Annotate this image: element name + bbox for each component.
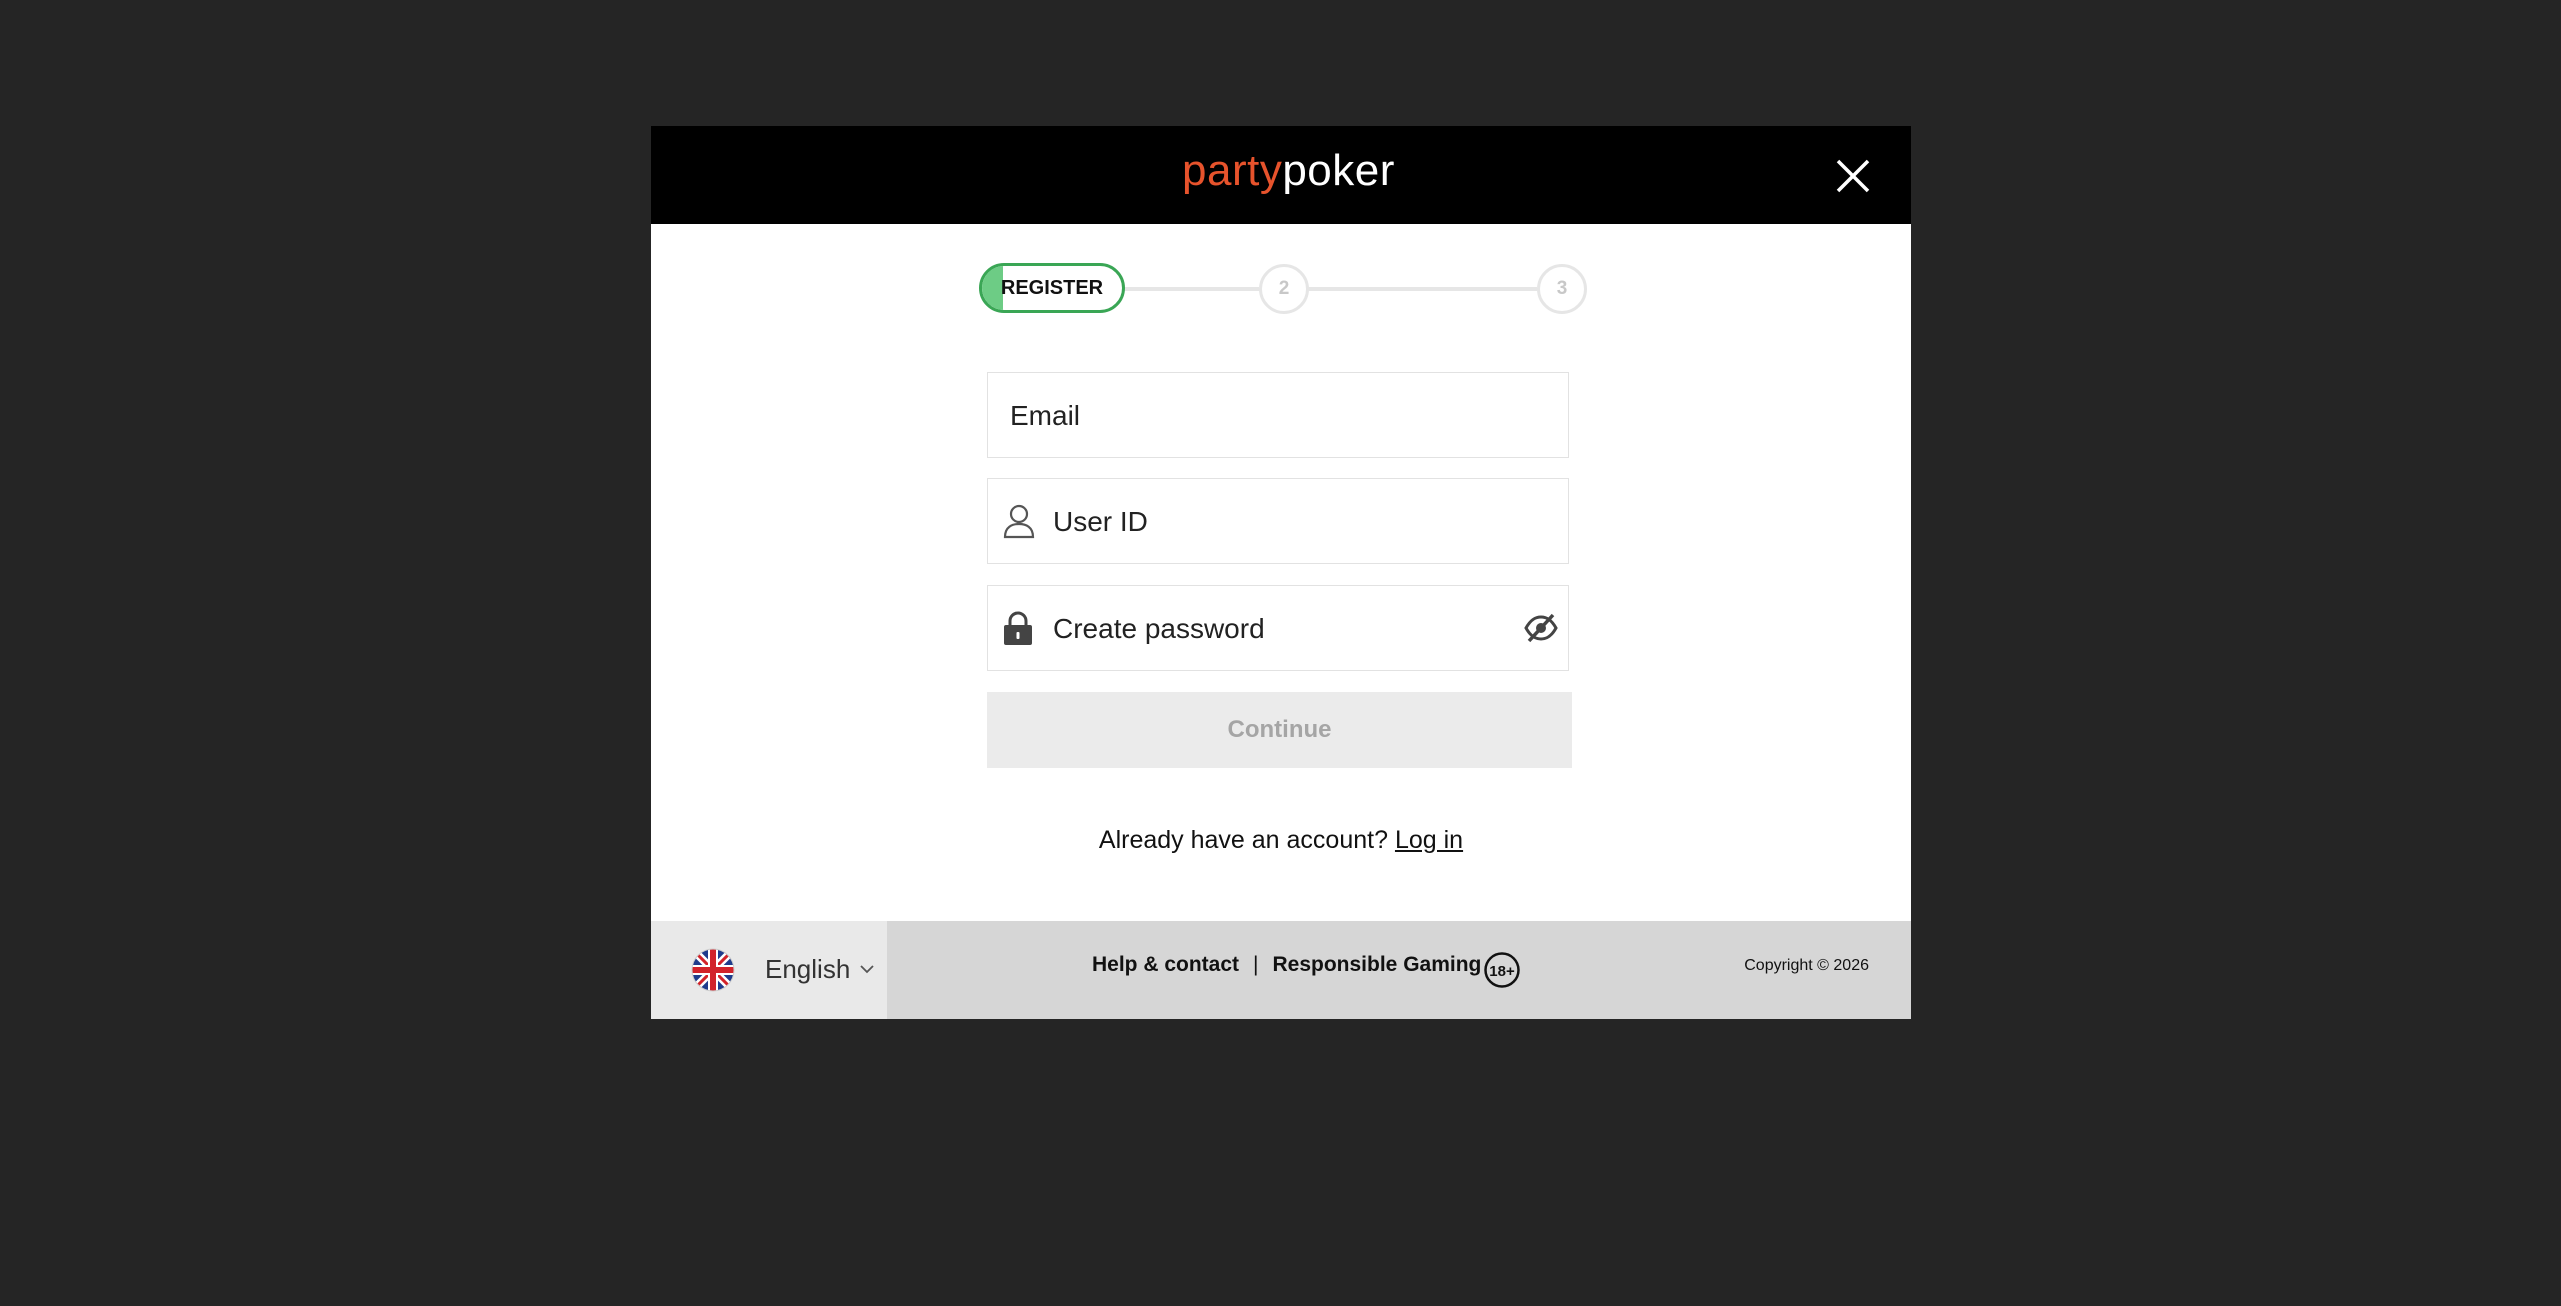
login-prompt: Already have an account? Log in	[651, 826, 1911, 855]
modal-header: partypoker	[651, 126, 1911, 224]
close-button[interactable]	[1835, 158, 1871, 194]
continue-button[interactable]: Continue	[987, 692, 1572, 768]
registration-modal: partypoker REGISTER 2 3 Email User ID Co…	[651, 126, 1911, 1019]
password-field-wrapper	[987, 585, 1569, 672]
email-field[interactable]	[1008, 373, 1552, 459]
age-badge-text: 18+	[1489, 963, 1515, 980]
login-prompt-text: Already have an account?	[1098, 826, 1388, 854]
copyright-text: Copyright © 2026	[1744, 957, 1869, 974]
login-link[interactable]: Log in	[1395, 826, 1463, 854]
userid-field-wrapper	[987, 478, 1569, 565]
progress-connector	[1305, 287, 1537, 291]
logo-party-text: party	[1182, 146, 1283, 195]
progress-connector	[1119, 287, 1259, 291]
footer-links: Help & contact | Responsible Gaming	[1092, 953, 1481, 977]
eye-slash-icon[interactable]	[1524, 612, 1558, 649]
footer-separator: |	[1253, 953, 1259, 976]
user-icon	[1002, 503, 1036, 544]
age-18-badge: 18+	[1484, 952, 1520, 988]
language-selector[interactable]: English	[651, 921, 887, 1019]
lock-icon	[1003, 610, 1033, 651]
step-3: 3	[1537, 264, 1587, 314]
language-label: English	[765, 954, 851, 984]
responsible-gaming-link[interactable]: Responsible Gaming	[1273, 953, 1482, 976]
help-contact-link[interactable]: Help & contact	[1092, 953, 1239, 976]
step-2: 2	[1259, 264, 1309, 314]
logo-poker-text: poker	[1282, 146, 1395, 195]
step-register: REGISTER	[979, 263, 1125, 313]
chevron-down-icon	[860, 965, 874, 974]
email-field-wrapper	[987, 372, 1569, 459]
registration-progress: REGISTER 2 3	[979, 263, 1587, 314]
step-register-label: REGISTER	[1000, 277, 1104, 299]
partypoker-logo: partypoker	[1182, 146, 1395, 196]
modal-footer: English Help & contact | Responsible Gamin…	[651, 921, 1911, 1019]
uk-flag-icon	[691, 948, 735, 992]
userid-field[interactable]	[1051, 479, 1555, 565]
close-icon	[1836, 159, 1870, 193]
password-field[interactable]	[1051, 586, 1495, 672]
